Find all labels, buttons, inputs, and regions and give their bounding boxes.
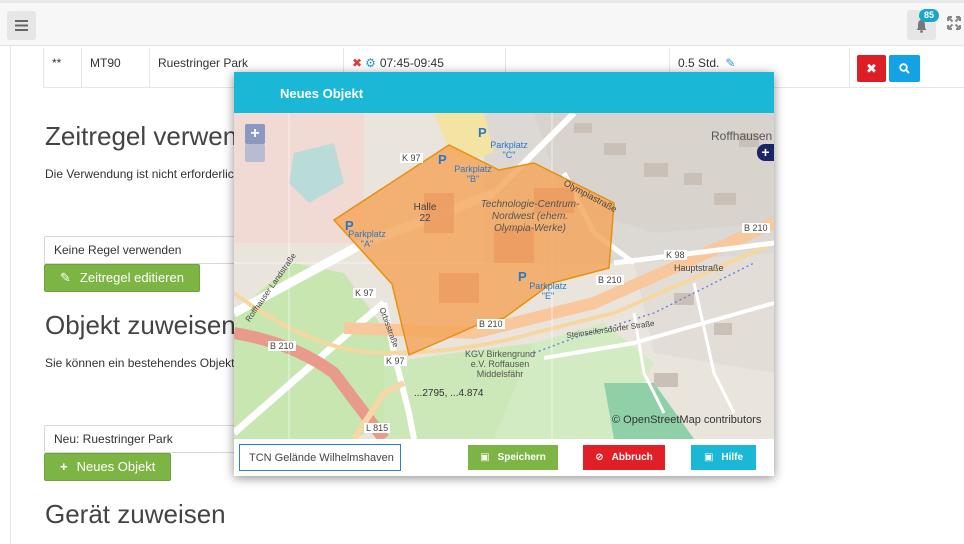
help-label: Hilfe bbox=[721, 452, 744, 463]
row-duration: 0.5 Std. bbox=[678, 56, 720, 70]
map-label-parkplatz-b: Parkplatz "B" bbox=[454, 164, 492, 184]
map-label-l815: L 815 bbox=[364, 423, 391, 433]
map-label-b210-d: B 210 bbox=[268, 341, 296, 351]
pencil-square-icon: ✎ bbox=[60, 270, 71, 285]
help-button[interactable]: ▣ Hilfe bbox=[691, 445, 756, 470]
objekt-select[interactable]: Neu: Ruestringer Park bbox=[44, 425, 244, 453]
modal-title: Neues Objekt bbox=[280, 86, 364, 101]
object-name-input[interactable] bbox=[239, 444, 401, 471]
zeitregel-edit-label: Zeitregel editieren bbox=[79, 270, 184, 285]
zeitregel-edit-button[interactable]: ✎ Zeitregel editieren bbox=[44, 264, 200, 292]
expand-icon[interactable] bbox=[947, 16, 961, 30]
map-label-parkplatz-e: Parkplatz "E" bbox=[529, 281, 567, 301]
map-canvas[interactable]: P P P P bbox=[234, 113, 774, 439]
gears-icon: ⚙ bbox=[365, 56, 376, 70]
objekt-description: Sie können ein bestehendes Objekt bbox=[45, 356, 235, 370]
svg-text:P: P bbox=[438, 152, 447, 167]
map-label-roffhausen: Roffhausen bbox=[711, 129, 773, 143]
map-label-hauptstrasse: Hauptstraße bbox=[674, 263, 724, 273]
edit-icon[interactable]: ✎ bbox=[725, 56, 735, 70]
modal-header: Neues Objekt bbox=[234, 72, 774, 113]
cancel-label: Abbruch bbox=[611, 452, 653, 463]
coordinates-readout: ...2795, ...4.874 bbox=[414, 388, 484, 399]
map-label-k98: K 98 bbox=[664, 250, 687, 260]
save-button[interactable]: ▣ Speichern bbox=[468, 445, 558, 470]
floppy-icon: ▣ bbox=[480, 452, 490, 463]
map-label-kgv: KGV Birkengrund e.V. Roffausen Middelsfä… bbox=[464, 349, 536, 379]
zeitregel-select[interactable]: Keine Regel verwenden bbox=[44, 236, 244, 264]
plus-icon: + bbox=[60, 459, 68, 474]
close-icon[interactable]: ✖ bbox=[352, 56, 362, 70]
neues-objekt-label: Neues Objekt bbox=[76, 459, 156, 474]
map-label-parkplatz-c: Parkplatz "C" bbox=[490, 140, 528, 160]
map-label-halle: Halle 22 bbox=[413, 202, 437, 224]
geraet-title: Gerät zuweisen bbox=[45, 499, 226, 529]
menu-button[interactable] bbox=[7, 11, 36, 40]
delete-button[interactable]: ✖ bbox=[857, 55, 886, 82]
map-label-parkplatz-a: Parkplatz "A" bbox=[348, 229, 386, 249]
map-label-technologie: Technologie-Centrum-Nordwest (ehem. Olym… bbox=[480, 199, 580, 234]
objekt-title: Objekt zuweisen bbox=[45, 310, 236, 340]
cancel-button[interactable]: ⊘ Abbruch bbox=[583, 445, 665, 470]
save-label: Speichern bbox=[497, 452, 546, 463]
map-attribution[interactable]: © OpenStreetMap contributors bbox=[612, 414, 761, 426]
map-label-b210-a: B 210 bbox=[742, 223, 770, 233]
floppy-icon: ▣ bbox=[703, 452, 714, 463]
search-button[interactable] bbox=[889, 55, 920, 82]
map[interactable]: P P P P Roffhausen Parkplatz "C" Parkpla… bbox=[234, 113, 774, 439]
map-label-k97-b: K 97 bbox=[353, 288, 376, 298]
top-bar bbox=[0, 0, 964, 46]
zoom-in-button[interactable]: + bbox=[245, 124, 265, 144]
row-time: 07:45-09:45 bbox=[379, 56, 444, 70]
menu-icon bbox=[15, 20, 28, 31]
new-object-modal: Neues Objekt P P P P Roffhausen Parkplat… bbox=[234, 72, 774, 476]
add-shape-button[interactable]: + bbox=[757, 144, 774, 161]
map-label-b210-c: B 210 bbox=[477, 319, 505, 329]
neues-objekt-button[interactable]: + Neues Objekt bbox=[44, 453, 172, 481]
row-code: MT90 bbox=[81, 48, 149, 88]
zeitregel-description: Die Verwendung ist nicht erforderlich bbox=[45, 167, 241, 181]
row-marker: ** bbox=[43, 48, 81, 88]
map-label-b210-b: B 210 bbox=[596, 275, 624, 285]
map-label-k97-c: K 97 bbox=[384, 356, 407, 366]
search-icon bbox=[899, 63, 910, 74]
zoom-out-button[interactable] bbox=[245, 144, 265, 162]
svg-text:P: P bbox=[478, 125, 487, 140]
notification-badge: 85 bbox=[919, 9, 939, 22]
map-label-k97-a: K 97 bbox=[400, 153, 423, 163]
times-icon: ✖ bbox=[866, 61, 877, 76]
ban-icon: ⊘ bbox=[595, 452, 604, 463]
